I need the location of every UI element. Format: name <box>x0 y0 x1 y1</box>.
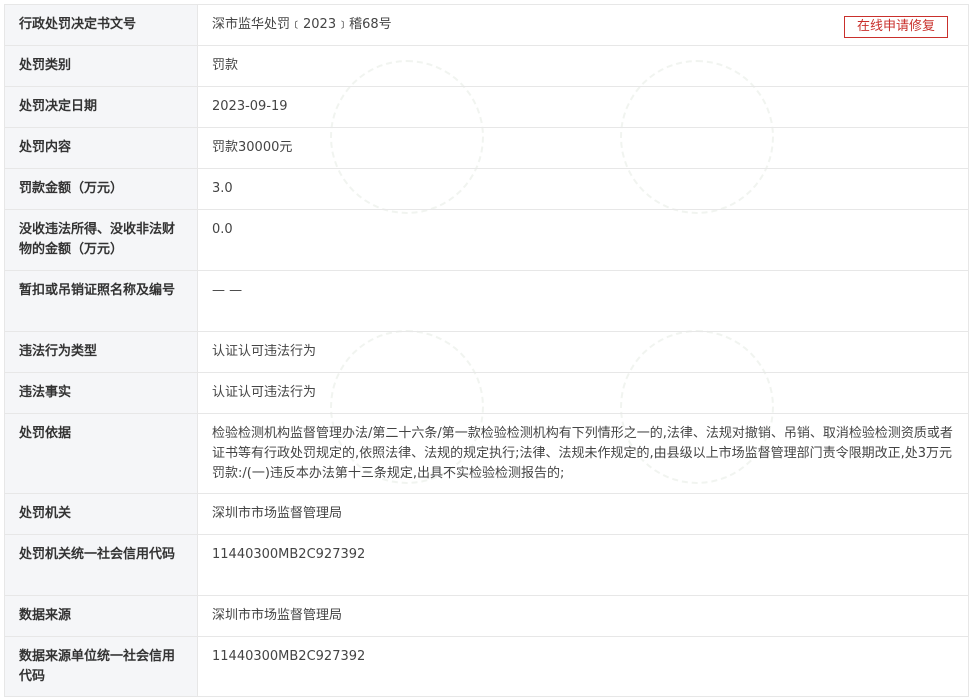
license-revocation-value: — — <box>197 270 969 332</box>
table-row: 数据来源单位统一社会信用代码 11440300MB2C927392 <box>4 636 969 697</box>
penalty-authority-value: 深圳市市场监督管理局 <box>197 493 969 535</box>
apply-repair-button[interactable]: 在线申请修复 <box>843 16 948 38</box>
penalty-content-value: 罚款30000元 <box>197 127 969 169</box>
row-label: 数据来源单位统一社会信用代码 <box>4 636 198 697</box>
row-label: 没收违法所得、没收非法财物的金额（万元） <box>4 209 198 271</box>
authority-credit-code-value: 11440300MB2C927392 <box>197 534 969 596</box>
row-label: 处罚决定日期 <box>4 86 198 128</box>
table-row: 处罚类别 罚款 <box>4 45 969 87</box>
data-source-value: 深圳市市场监督管理局 <box>197 595 969 637</box>
table-row: 没收违法所得、没收非法财物的金额（万元） 0.0 <box>4 209 969 271</box>
table-row: 处罚决定日期 2023-09-19 <box>4 86 969 128</box>
row-label: 处罚机关统一社会信用代码 <box>4 534 198 596</box>
table-row: 行政处罚决定书文号 深市监华处罚﹝2023﹞稽68号 在线申请修复 <box>4 4 969 46</box>
table-row: 违法事实 认证认可违法行为 <box>4 372 969 414</box>
decision-date-value: 2023-09-19 <box>197 86 969 128</box>
row-label: 违法事实 <box>4 372 198 414</box>
row-value-cell: 深市监华处罚﹝2023﹞稽68号 在线申请修复 <box>197 4 969 46</box>
table-row: 罚款金额（万元） 3.0 <box>4 168 969 210</box>
table-row: 暂扣或吊销证照名称及编号 — — <box>4 270 969 332</box>
row-label: 处罚内容 <box>4 127 198 169</box>
confiscation-amount-value: 0.0 <box>197 209 969 271</box>
source-credit-code-value: 11440300MB2C927392 <box>197 636 969 697</box>
decision-number-value: 深市监华处罚﹝2023﹞稽68号 <box>212 17 392 32</box>
row-label: 违法行为类型 <box>4 331 198 373</box>
row-label: 处罚类别 <box>4 45 198 87</box>
table-row: 处罚依据 检验检测机构监督管理办法/第二十六条/第一款检验检测机构有下列情形之一… <box>4 413 969 494</box>
table-row: 数据来源 深圳市市场监督管理局 <box>4 595 969 637</box>
row-label: 罚款金额（万元） <box>4 168 198 210</box>
penalty-info-table: 行政处罚决定书文号 深市监华处罚﹝2023﹞稽68号 在线申请修复 处罚类别 罚… <box>4 4 969 697</box>
violation-facts-value: 认证认可违法行为 <box>197 372 969 414</box>
row-label: 处罚依据 <box>4 413 198 494</box>
row-label: 处罚机关 <box>4 493 198 535</box>
violation-type-value: 认证认可违法行为 <box>197 331 969 373</box>
table-row: 处罚机关统一社会信用代码 11440300MB2C927392 <box>4 534 969 596</box>
row-label: 暂扣或吊销证照名称及编号 <box>4 270 198 332</box>
table-row: 处罚内容 罚款30000元 <box>4 127 969 169</box>
table-row: 违法行为类型 认证认可违法行为 <box>4 331 969 373</box>
row-label: 行政处罚决定书文号 <box>4 4 198 46</box>
fine-amount-value: 3.0 <box>197 168 969 210</box>
penalty-basis-value: 检验检测机构监督管理办法/第二十六条/第一款检验检测机构有下列情形之一的,法律、… <box>197 413 969 494</box>
table-row: 处罚机关 深圳市市场监督管理局 <box>4 493 969 535</box>
penalty-info-panel: 行政处罚决定书文号 深市监华处罚﹝2023﹞稽68号 在线申请修复 处罚类别 罚… <box>0 0 971 700</box>
row-label: 数据来源 <box>4 595 198 637</box>
penalty-type-value: 罚款 <box>197 45 969 87</box>
